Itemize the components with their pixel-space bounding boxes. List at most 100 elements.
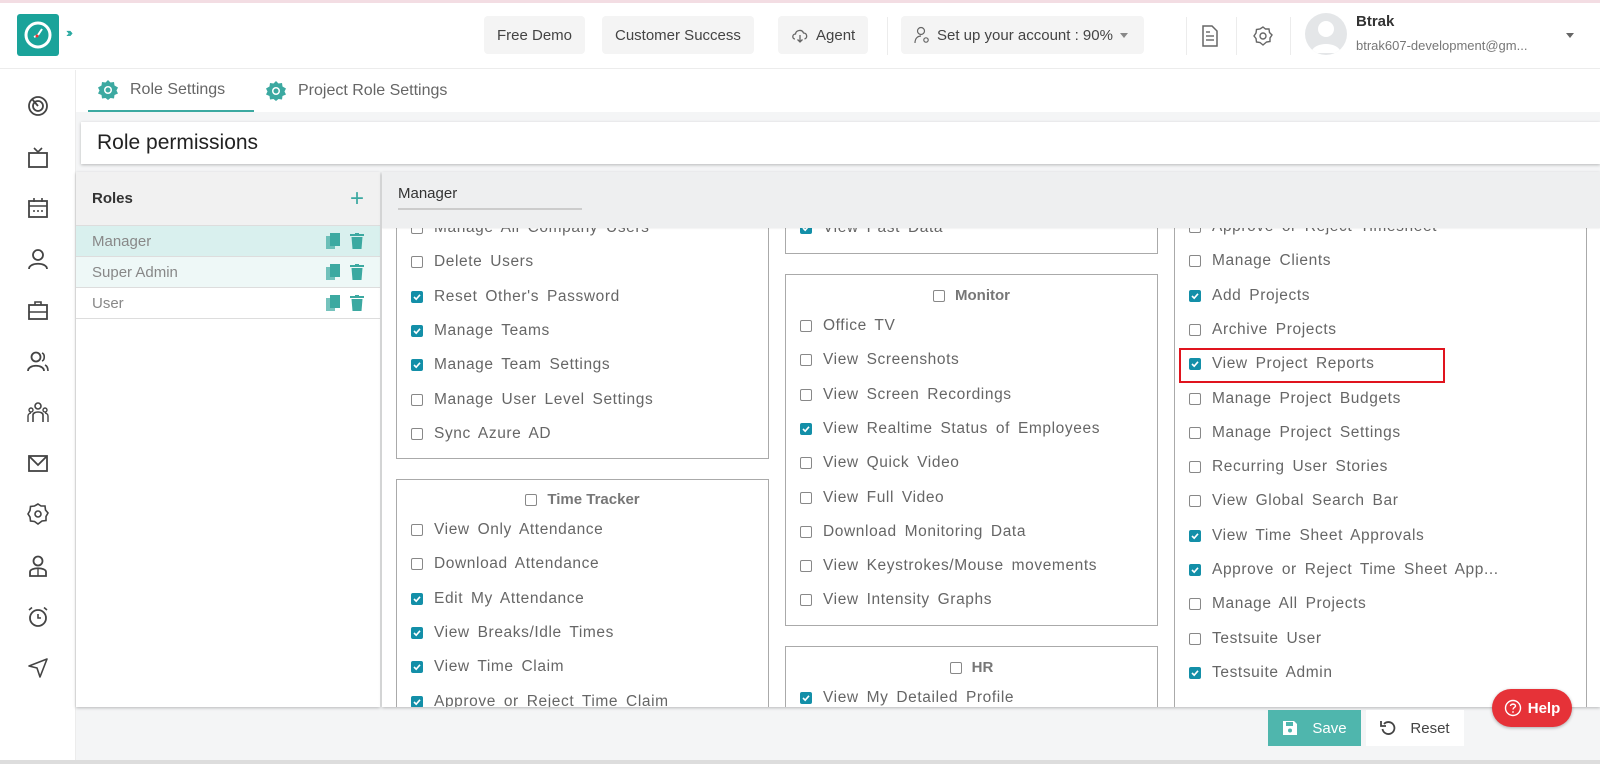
permission-item[interactable]: Office TV — [800, 317, 895, 335]
checkbox-checked[interactable] — [800, 692, 812, 704]
user-avatar[interactable] — [1305, 13, 1347, 55]
user-icon[interactable] — [26, 247, 50, 271]
checkbox-unchecked[interactable] — [800, 560, 812, 573]
expand-sidebar-icon[interactable]: ››› — [66, 25, 73, 40]
permission-item[interactable]: Add Projects — [1189, 287, 1310, 305]
permission-item[interactable]: Sync Azure AD — [411, 425, 551, 443]
agent-button[interactable]: Agent — [778, 16, 869, 54]
permission-item[interactable]: Reset Other's Password — [411, 288, 620, 306]
role-name-input[interactable]: Manager — [398, 185, 582, 210]
save-button[interactable]: Save — [1268, 710, 1361, 746]
time-tracker-section-checkbox[interactable] — [525, 493, 538, 506]
permission-item[interactable]: View Time Claim — [411, 658, 564, 676]
checkbox-unchecked[interactable] — [1189, 598, 1201, 611]
monitor-section-checkbox[interactable] — [933, 289, 945, 302]
checkbox-checked[interactable] — [800, 422, 812, 435]
checkbox-checked[interactable] — [1189, 564, 1201, 576]
customer-success-button[interactable]: Customer Success — [602, 16, 754, 54]
role-item[interactable]: Manager — [76, 226, 380, 257]
checkbox-unchecked[interactable] — [1189, 323, 1201, 336]
permission-item[interactable]: View My Detailed Profile — [800, 689, 1014, 707]
checkbox-checked[interactable] — [1189, 666, 1201, 679]
permission-item[interactable]: Recurring User Stories — [1189, 458, 1388, 476]
tab-project-role-settings[interactable]: Project Role Settings — [256, 70, 457, 112]
checkbox-unchecked[interactable] — [1189, 461, 1201, 474]
setup-account-dropdown[interactable]: Set up your account : 90% — [901, 16, 1144, 54]
checkbox-checked[interactable] — [411, 626, 423, 639]
checkbox-checked[interactable] — [411, 661, 423, 674]
checkbox-unchecked[interactable] — [411, 393, 423, 406]
reset-button[interactable]: Reset — [1366, 710, 1464, 746]
add-role-icon[interactable]: + — [350, 186, 364, 211]
permission-item[interactable]: Testsuite User — [1189, 630, 1322, 648]
role-item[interactable]: User — [76, 288, 380, 319]
checkbox-checked[interactable] — [411, 290, 423, 303]
tv-icon[interactable] — [26, 146, 50, 170]
permission-item[interactable]: Approve or Reject Time Sheet App... — [1189, 561, 1499, 579]
permission-item[interactable]: Archive Projects — [1189, 321, 1337, 339]
permission-item[interactable]: View Keystrokes/Mouse movements — [800, 557, 1097, 575]
checkbox-checked[interactable] — [411, 592, 423, 605]
permission-item[interactable]: View Breaks/Idle Times — [411, 624, 614, 642]
checkbox-unchecked[interactable] — [1189, 426, 1201, 439]
user-menu-chevron-icon[interactable] — [1566, 33, 1574, 38]
permission-item[interactable]: Delete Users — [411, 253, 534, 271]
permission-item[interactable]: Download Attendance — [411, 555, 599, 573]
help-button[interactable]: Help — [1492, 689, 1572, 727]
checkbox-unchecked[interactable] — [411, 256, 423, 269]
permission-item[interactable]: Approve or Reject Time Claim — [411, 693, 669, 707]
permission-item[interactable]: Manage User Level Settings — [411, 391, 653, 409]
permission-item[interactable]: View Global Search Bar — [1189, 492, 1398, 510]
document-icon[interactable] — [1199, 25, 1221, 47]
checkbox-unchecked[interactable] — [1189, 392, 1201, 405]
checkbox-checked[interactable] — [411, 359, 423, 372]
free-demo-button[interactable]: Free Demo — [484, 16, 586, 54]
calendar-icon[interactable] — [26, 196, 50, 220]
alarm-icon[interactable] — [26, 605, 50, 629]
checkbox-checked[interactable] — [1189, 289, 1201, 302]
role-item[interactable]: Super Admin — [76, 257, 380, 288]
permission-item[interactable]: View Time Sheet Approvals — [1189, 527, 1424, 545]
permission-item[interactable]: Testsuite Admin — [1189, 664, 1333, 682]
permission-item[interactable]: Manage Team Settings — [411, 356, 610, 374]
copy-icon[interactable] — [326, 295, 340, 311]
permission-item[interactable]: View Only Attendance — [411, 521, 603, 539]
permission-item[interactable]: Manage Clients — [1189, 252, 1331, 270]
checkbox-unchecked[interactable] — [1189, 495, 1201, 508]
checkbox-unchecked[interactable] — [800, 354, 812, 367]
permission-item[interactable]: View Realtime Status of Employees — [800, 420, 1100, 438]
tab-role-settings[interactable]: Role Settings — [88, 70, 254, 112]
users-icon[interactable] — [26, 349, 50, 373]
copy-icon[interactable] — [326, 233, 340, 249]
checkbox-unchecked[interactable] — [411, 427, 423, 440]
permission-item[interactable]: Edit My Attendance — [411, 590, 584, 608]
permission-item[interactable]: View Screenshots — [800, 351, 959, 369]
permission-item[interactable]: Manage Project Settings — [1189, 424, 1401, 442]
permission-item[interactable]: View Quick Video — [800, 454, 960, 472]
checkbox-unchecked[interactable] — [800, 594, 812, 607]
briefcase-icon[interactable] — [26, 298, 50, 322]
checkbox-unchecked[interactable] — [1189, 255, 1201, 268]
permission-item[interactable]: View Intensity Graphs — [800, 591, 992, 609]
permission-item[interactable]: Manage Teams — [411, 322, 550, 340]
checkbox-unchecked[interactable] — [800, 491, 812, 504]
app-logo[interactable] — [17, 14, 59, 56]
hr-section-checkbox[interactable] — [949, 661, 962, 674]
checkbox-checked[interactable] — [1189, 529, 1201, 542]
mail-icon[interactable] — [26, 451, 50, 475]
delete-icon[interactable] — [350, 233, 364, 249]
permission-item[interactable]: View Screen Recordings — [800, 386, 1012, 404]
checkbox-checked[interactable] — [411, 324, 423, 337]
dashboard-icon[interactable] — [26, 94, 50, 118]
checkbox-checked[interactable] — [411, 695, 423, 707]
checkbox-unchecked[interactable] — [800, 320, 812, 332]
checkbox-unchecked[interactable] — [411, 558, 423, 571]
checkbox-unchecked[interactable] — [800, 525, 812, 538]
checkbox-unchecked[interactable] — [800, 457, 812, 470]
settings-icon[interactable] — [26, 502, 50, 526]
checkbox-unchecked[interactable] — [800, 388, 812, 401]
team-icon[interactable] — [26, 400, 50, 424]
delete-icon[interactable] — [350, 264, 364, 280]
permission-item[interactable]: View Full Video — [800, 489, 944, 507]
profile-icon[interactable] — [26, 554, 50, 578]
